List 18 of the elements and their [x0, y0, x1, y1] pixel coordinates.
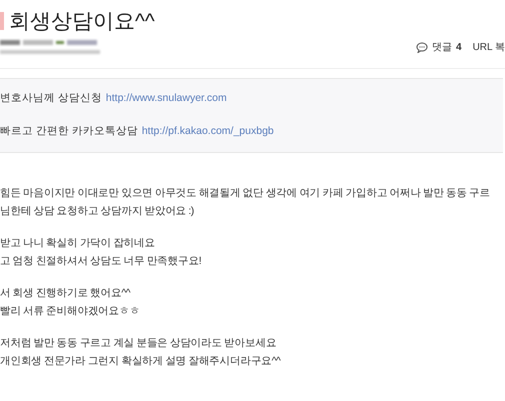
- body-text: 개인회생 전문가라 그런지 확실하게 설명 잘해주시더라구요^^: [0, 354, 282, 369]
- body-text: 서 회생 진행하기로 했어요^^: [0, 286, 132, 301]
- link-label: 변호사님께 상담신청: [0, 91, 102, 106]
- tag-mark: [0, 12, 4, 30]
- body-text: 받고 나니 확실히 가닥이 잡히네요: [0, 236, 156, 251]
- comment-icon: [416, 42, 428, 53]
- link[interactable]: http://pf.kakao.com/_puxbgb: [142, 124, 274, 140]
- link-label: 빠르고 간편한 카카오톡상담: [0, 124, 138, 139]
- post-title: 회생상담이요^^: [9, 10, 155, 32]
- body-text: 저처럼 발만 동동 구르고 계실 분들은 상담이라도 받아보세요: [0, 336, 278, 351]
- comments-label[interactable]: 댓글: [432, 40, 452, 55]
- url-copy-button[interactable]: URL 복: [472, 40, 505, 55]
- comments-count: 4: [456, 41, 462, 55]
- link[interactable]: http://www.snulawyer.com: [106, 91, 227, 107]
- body-text: 빨리 서류 준비해야겠어요ㅎㅎ: [0, 304, 141, 319]
- body-text: 님한테 상담 요청하고 상담까지 받았어요 :): [0, 204, 195, 219]
- body-text: 힘든 마음이지만 이대로만 있으면 아무것도 해결될게 없단 생각에 여기 카페 가입하고 어쩌나 발만 동동 구르: [0, 186, 492, 201]
- body-text: 고 엄청 친절하셔서 상담도 너무 만족했구요!: [0, 254, 202, 269]
